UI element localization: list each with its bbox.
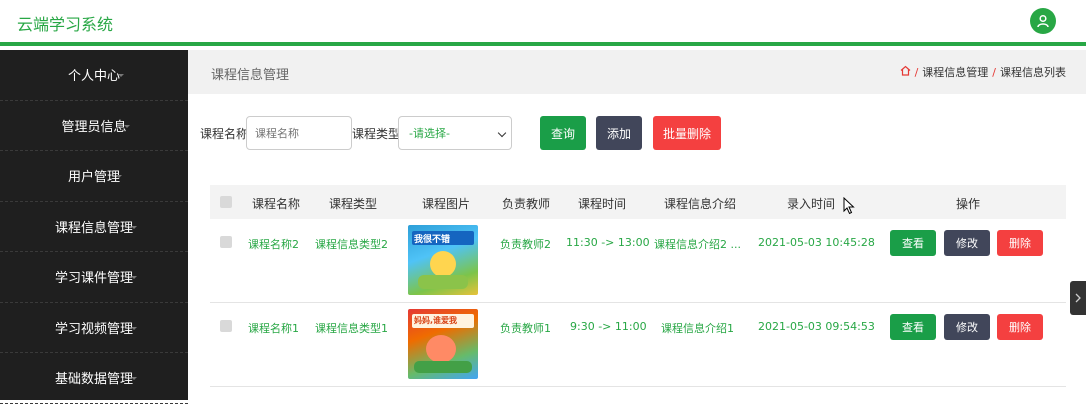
sidebar-item-label: 学习课件管理: [54, 271, 133, 287]
chevron-down-icon: [116, 175, 122, 178]
select-all-checkbox[interactable]: [220, 196, 232, 208]
cell-teacher: 负责教师2: [500, 238, 551, 251]
chevron-down-icon: [118, 74, 124, 77]
sidebar-item-courseware-management[interactable]: 学习课件管理: [0, 252, 188, 303]
page-header: 课程信息管理 / 课程信息管理 / 课程信息列表: [188, 50, 1086, 94]
sidebar-item-label: 个人中心: [67, 69, 120, 85]
chevron-down-icon: [131, 377, 137, 380]
sidebar-item-admin-info[interactable]: 管理员信息: [0, 101, 188, 151]
breadcrumb: / 课程信息管理 / 课程信息列表: [900, 64, 1066, 80]
header-course-type: 课程类型: [329, 197, 378, 211]
row-checkbox[interactable]: [220, 320, 232, 332]
sidebar-item-label: 基础数据管理: [54, 372, 133, 388]
edit-button[interactable]: 修改: [944, 230, 990, 256]
sidebar-item-personal-center[interactable]: 个人中心: [0, 50, 188, 101]
header-course-name: 课程名称: [252, 197, 301, 211]
sidebar-item-basic-data-management[interactable]: 基础数据管理: [0, 353, 188, 404]
query-button[interactable]: 查询: [540, 116, 586, 150]
course-image[interactable]: 妈妈,谁爱我: [408, 309, 478, 379]
header-course-intro: 课程信息介绍: [664, 197, 737, 211]
sidebar-item-label: 管理员信息: [61, 119, 127, 135]
course-image-title: 妈妈,谁爱我: [414, 316, 458, 325]
chevron-right-icon: [1075, 293, 1081, 303]
cell-course-type: 课程信息类型1: [315, 322, 388, 335]
breadcrumb-item-course-management[interactable]: 课程信息管理: [922, 64, 988, 80]
course-type-label: 课程类型: [352, 127, 401, 141]
header-created-time: 录入时间: [787, 197, 836, 211]
cell-course-time: 9:30 -> 11:00: [570, 320, 647, 333]
view-button[interactable]: 查看: [890, 230, 936, 256]
header-actions: 操作: [956, 197, 981, 211]
course-type-select[interactable]: -请选择-: [398, 116, 512, 150]
cell-course-time: 11:30 -> 13:00: [566, 236, 650, 249]
search-bar: 课程名称 课程类型 -请选择- 查询 添加 批量删除: [200, 116, 1080, 150]
cell-course-intro[interactable]: 课程信息介绍2 ...: [654, 236, 741, 252]
user-avatar-icon[interactable]: [1030, 8, 1056, 34]
add-button[interactable]: 添加: [596, 116, 642, 150]
main-content: 课程信息管理 / 课程信息管理 / 课程信息列表 课程名称 课程类型 -请选择-…: [188, 50, 1086, 400]
table-row: 课程名称2 课程信息类型2 我很不错 负责教师2 11:30 -> 13:00 …: [210, 219, 1066, 303]
course-name-input[interactable]: [246, 116, 352, 150]
breadcrumb-item-course-list: 课程信息列表: [1000, 66, 1066, 79]
breadcrumb-separator: /: [914, 65, 919, 79]
cell-course-name: 课程名称1: [248, 322, 299, 335]
sidebar-item-user-management[interactable]: 用户管理: [0, 151, 188, 202]
top-bar: 云端学习系统: [0, 0, 1086, 46]
course-image-title: 我很不错: [414, 235, 451, 245]
header-course-image: 课程图片: [422, 197, 471, 211]
page-title: 课程信息管理: [211, 68, 290, 83]
sidebar-item-label: 用户管理: [67, 170, 120, 186]
table-row: 课程名称1 课程信息类型1 妈妈,谁爱我 负责教师1 9:30 -> 11:00…: [210, 303, 1066, 387]
sidebar: 个人中心 管理员信息 用户管理 课程信息管理 学习课件管理 学习视频管理 基础数…: [0, 50, 188, 404]
header-teacher: 负责教师: [502, 197, 551, 211]
header-course-time: 课程时间: [578, 197, 627, 211]
sidebar-item-video-management[interactable]: 学习视频管理: [0, 303, 188, 353]
table-header: 课程名称 课程类型 课程图片 负责教师 课程时间 课程信息介绍 录入时间 操作: [210, 185, 1066, 219]
sidebar-item-label: 课程信息管理: [54, 220, 133, 236]
chevron-down-icon: [497, 128, 507, 138]
view-button[interactable]: 查看: [890, 314, 936, 340]
mouse-cursor-icon: [843, 196, 855, 218]
cell-teacher: 负责教师1: [500, 322, 551, 335]
course-image[interactable]: 我很不错: [408, 225, 478, 295]
chevron-down-icon: [124, 124, 130, 128]
course-type-selected: -请选择-: [409, 127, 450, 140]
course-table: 课程名称 课程类型 课程图片 负责教师 课程时间 课程信息介绍 录入时间 操作 …: [210, 185, 1066, 387]
cell-course-type: 课程信息类型2: [315, 238, 388, 251]
course-name-label: 课程名称: [200, 127, 249, 141]
cell-created-time: 2021-05-03 09:54:53: [758, 320, 875, 333]
home-icon[interactable]: [900, 65, 911, 79]
edit-button[interactable]: 修改: [944, 314, 990, 340]
sidebar-item-label: 学习视频管理: [54, 321, 133, 337]
cell-course-intro[interactable]: 课程信息介绍1: [661, 320, 734, 336]
app-title: 云端学习系统: [17, 15, 114, 34]
batch-delete-button[interactable]: 批量删除: [653, 116, 721, 150]
chevron-down-icon: [131, 326, 137, 330]
chevron-down-icon: [131, 276, 137, 279]
chevron-down-icon: [131, 225, 137, 229]
delete-button[interactable]: 删除: [997, 230, 1043, 256]
panel-toggle-button[interactable]: [1070, 281, 1086, 315]
cell-course-name: 课程名称2: [248, 238, 299, 251]
sidebar-item-course-management[interactable]: 课程信息管理: [0, 202, 188, 252]
cell-created-time: 2021-05-03 10:45:28: [758, 236, 875, 249]
breadcrumb-separator: /: [992, 65, 996, 79]
row-checkbox[interactable]: [220, 236, 232, 248]
delete-button[interactable]: 删除: [997, 314, 1043, 340]
